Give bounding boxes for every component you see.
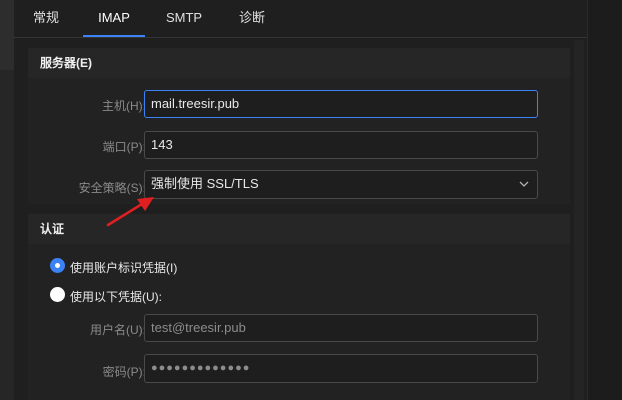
tab-bar: 常规 IMAP SMTP 诊断	[14, 0, 587, 38]
tab-diagnostics[interactable]: 诊断	[230, 0, 274, 37]
port-label: 端口(P):	[102, 140, 146, 154]
tab-general[interactable]: 常规	[24, 0, 68, 37]
chevron-down-icon	[519, 181, 529, 187]
security-select-value: 强制使用 SSL/TLS	[151, 176, 259, 191]
left-sidebar-selected[interactable]	[0, 0, 14, 70]
server-section-title: 服务器(E)	[28, 48, 570, 78]
username-label: 用户名(U):	[90, 323, 146, 337]
use-account-credentials-radio[interactable]	[50, 258, 65, 273]
security-label: 安全策略(S):	[78, 181, 146, 195]
scrollbar[interactable]	[574, 40, 584, 400]
tab-imap[interactable]: IMAP	[83, 0, 145, 37]
use-account-credentials-label[interactable]: 使用账户标识凭据(I)	[70, 259, 177, 276]
password-input[interactable]: ●●●●●●●●●●●●●	[144, 354, 538, 383]
use-custom-credentials-label[interactable]: 使用以下凭据(U):	[70, 288, 162, 305]
host-input[interactable]: mail.treesir.pub	[144, 90, 538, 118]
settings-content: 服务器(E) 主机(H): mail.treesir.pub 端口(P): 14…	[14, 38, 574, 400]
use-custom-credentials-radio[interactable]	[50, 287, 65, 302]
host-label: 主机(H):	[102, 99, 146, 113]
tab-smtp[interactable]: SMTP	[160, 0, 208, 37]
port-input[interactable]: 143	[144, 131, 538, 159]
username-input[interactable]: test@treesir.pub	[144, 314, 538, 342]
left-sidebar-strip	[0, 0, 14, 400]
right-side-panel	[587, 0, 622, 400]
password-label: 密码(P):	[102, 365, 146, 379]
account-settings-window: 常规 IMAP SMTP 诊断 服务器(E) 主机(H): mail.trees…	[0, 0, 622, 400]
security-select[interactable]: 强制使用 SSL/TLS	[144, 170, 538, 199]
auth-section-title: 认证	[28, 214, 570, 244]
